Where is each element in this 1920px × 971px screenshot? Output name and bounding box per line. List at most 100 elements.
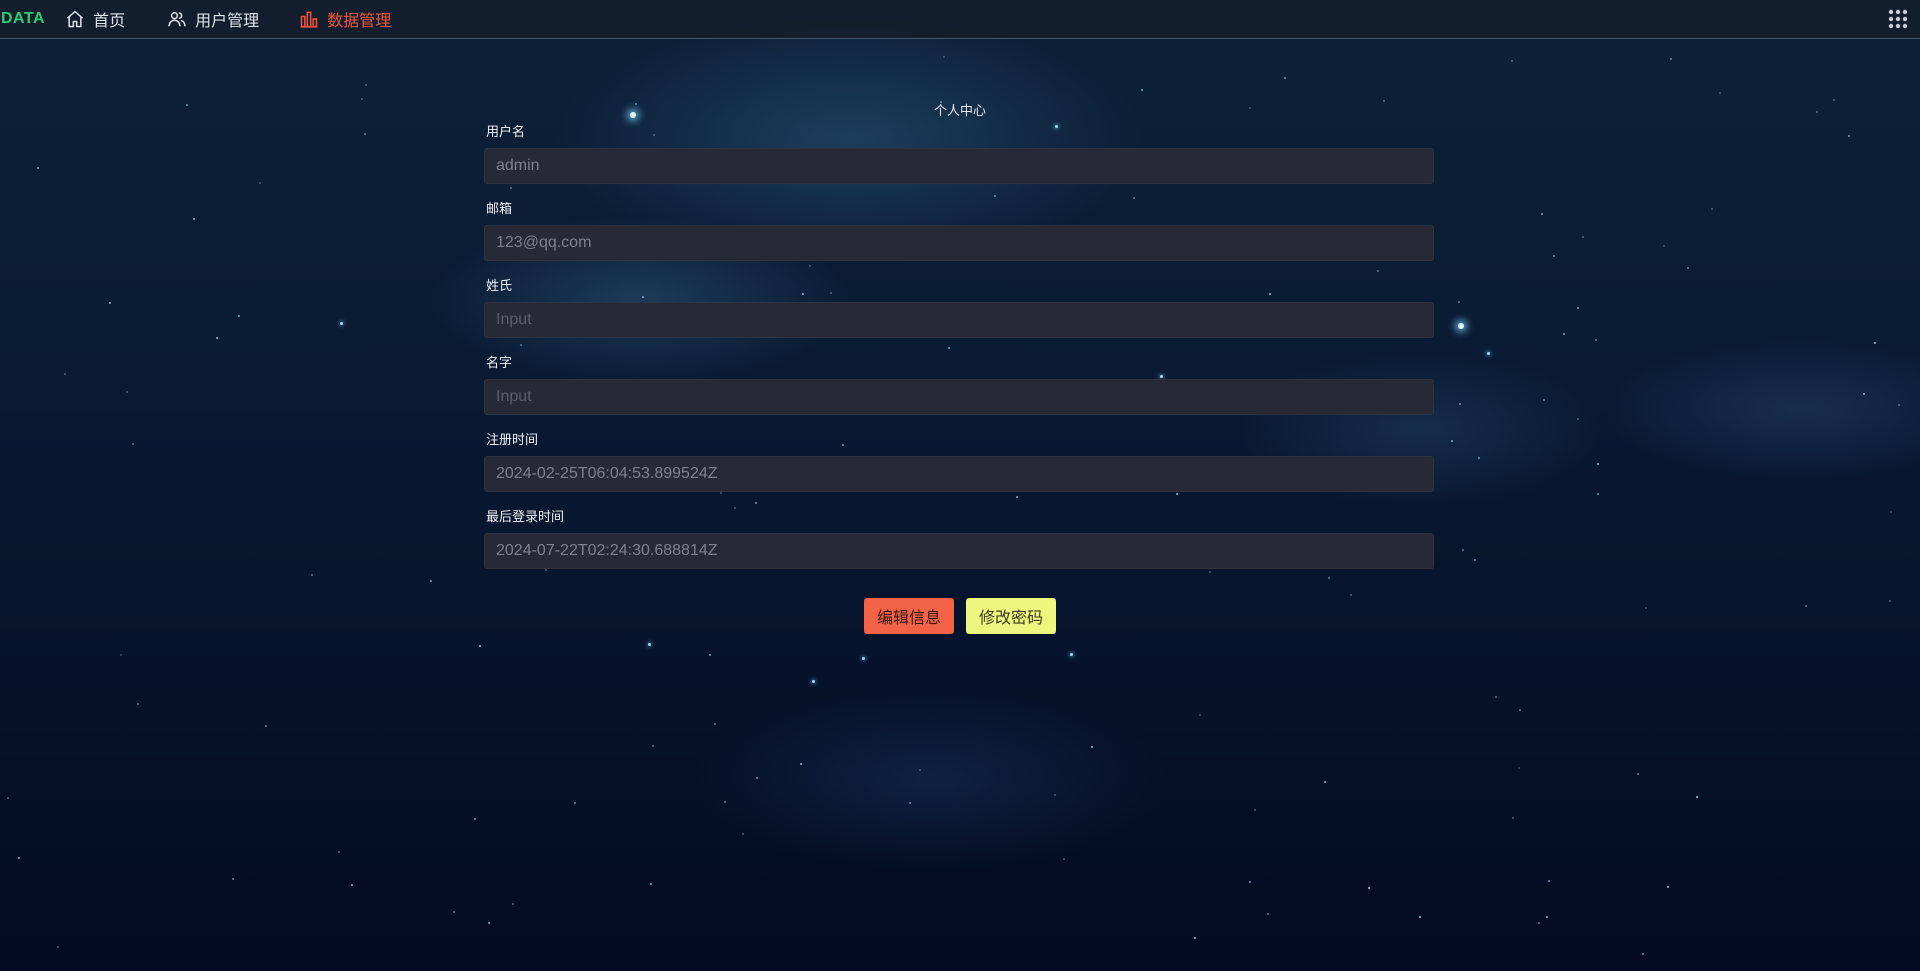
first-name-input[interactable] [484, 379, 1434, 415]
star [340, 322, 343, 325]
star [1487, 352, 1490, 355]
date-joined-input[interactable] [484, 456, 1434, 492]
star [1595, 339, 1597, 341]
star [1711, 208, 1713, 210]
star [756, 777, 758, 779]
star [1863, 393, 1865, 395]
nav-item-home-label: 首页 [93, 13, 126, 30]
star [311, 574, 313, 576]
star [1663, 245, 1665, 247]
username-field-group: 用户名 [484, 121, 1436, 184]
star [1458, 301, 1460, 303]
star [724, 801, 726, 803]
email-field-group: 邮箱 [484, 198, 1436, 261]
star [1267, 913, 1269, 915]
star [1254, 809, 1256, 811]
star [648, 643, 651, 646]
star [1687, 267, 1689, 269]
last-name-label: 姓氏 [486, 278, 513, 293]
star [1582, 236, 1584, 238]
star [474, 818, 476, 820]
apps-grid-icon[interactable] [1888, 9, 1908, 29]
star [1249, 881, 1251, 883]
star [812, 680, 815, 683]
email-label: 邮箱 [486, 201, 513, 216]
star [1667, 886, 1669, 888]
star [1597, 493, 1599, 495]
top-navigation-bar: DATA 首页 用户管理 数据管理 [0, 0, 1920, 39]
nav-item-user-management[interactable]: 用户管理 [167, 7, 259, 31]
edit-info-button[interactable]: 编辑信息 [863, 598, 954, 634]
star [1546, 916, 1548, 918]
star [479, 645, 481, 647]
brand-logo: DATA [1, 10, 46, 27]
star [1518, 767, 1520, 769]
last-name-input[interactable] [484, 302, 1434, 338]
last-login-label: 最后登录时间 [486, 509, 565, 524]
star [1890, 511, 1892, 513]
star [364, 133, 366, 135]
nav-item-home[interactable]: 首页 [65, 7, 125, 31]
star [1637, 773, 1639, 775]
star [1495, 696, 1497, 698]
star [1816, 111, 1818, 113]
star [1141, 89, 1143, 91]
date-joined-label: 注册时间 [486, 432, 539, 447]
last-login-field-group: 最后登录时间 [484, 506, 1436, 569]
last-login-input[interactable] [484, 533, 1434, 569]
star [1541, 213, 1543, 215]
first-name-label: 名字 [486, 355, 513, 370]
star [1070, 653, 1073, 656]
star [18, 857, 20, 859]
star [1848, 135, 1850, 137]
change-password-button[interactable]: 修改密码 [966, 598, 1057, 634]
star [1368, 887, 1370, 889]
star [1577, 307, 1579, 309]
star [338, 851, 340, 853]
star [1543, 399, 1545, 401]
star [430, 580, 432, 582]
username-input[interactable] [484, 148, 1434, 184]
star [1548, 880, 1550, 882]
nav-item-user-management-label: 用户管理 [195, 13, 260, 30]
nav-item-data-management[interactable]: 数据管理 [299, 7, 391, 31]
star [1511, 60, 1513, 62]
page-title: 个人中心 [933, 103, 986, 118]
star [1563, 333, 1565, 335]
star [1642, 953, 1644, 955]
star [1889, 600, 1891, 602]
nav-item-data-management-label: 数据管理 [327, 13, 392, 30]
star [1833, 99, 1835, 101]
star [1553, 255, 1555, 257]
star [1512, 817, 1514, 819]
star [126, 391, 128, 393]
home-icon [67, 10, 84, 28]
star [512, 903, 514, 905]
star [265, 725, 267, 727]
star [652, 745, 654, 747]
star [1670, 58, 1672, 60]
star [1459, 403, 1461, 405]
star [361, 98, 363, 100]
email-input[interactable] [484, 225, 1434, 261]
star [1577, 418, 1579, 420]
star [1419, 916, 1421, 918]
star [909, 802, 911, 804]
star [453, 911, 455, 913]
star [800, 763, 802, 765]
profile-content: 个人中心 用户名 邮箱 姓氏 名字 注册时间 最后登录时间 编辑信息 [484, 100, 1436, 634]
star [1324, 781, 1326, 783]
users-icon [168, 12, 186, 27]
star [1462, 549, 1464, 551]
star [1451, 440, 1453, 442]
star [574, 802, 576, 804]
last-name-field-group: 姓氏 [484, 275, 1436, 338]
bar-chart-icon [300, 11, 318, 28]
date-joined-field-group: 注册时间 [484, 429, 1436, 492]
star [742, 833, 744, 835]
star [7, 797, 9, 799]
star [1645, 607, 1647, 609]
star [1091, 746, 1093, 748]
star [1805, 605, 1807, 607]
star [1474, 559, 1476, 561]
